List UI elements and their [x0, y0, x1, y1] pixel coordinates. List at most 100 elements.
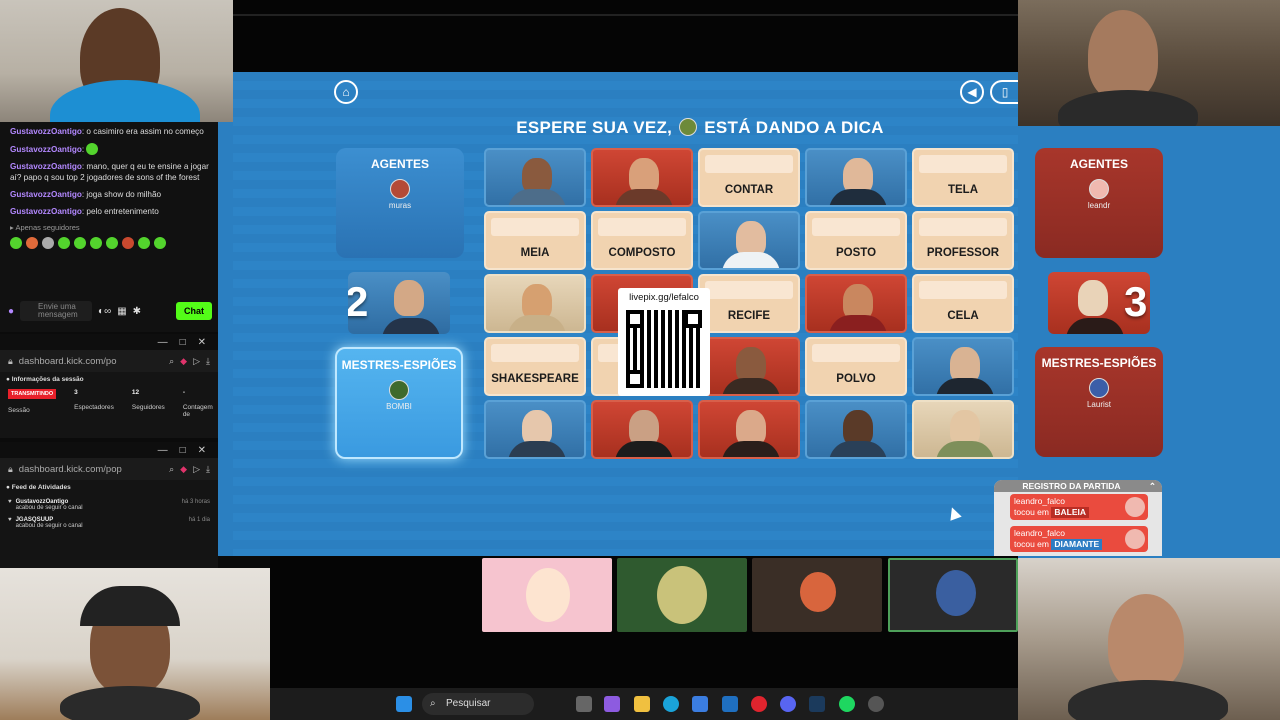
chat-text: : joga show do milhão	[81, 190, 162, 199]
gift-icon[interactable]: ▦	[117, 306, 126, 317]
close-icon[interactable]: ✕	[198, 337, 206, 348]
match-log[interactable]: REGISTRO DA PARTIDA ⌃ leandro_falco toco…	[994, 480, 1162, 556]
copilot-icon[interactable]	[604, 696, 620, 712]
shield-icon[interactable]: ◆	[180, 356, 187, 367]
emote-icon[interactable]	[42, 237, 54, 249]
minimize-icon[interactable]: —	[158, 337, 168, 348]
emote-icon[interactable]	[138, 237, 150, 249]
taskbar-search[interactable]: ⌕ Pesquisar	[422, 693, 534, 715]
url-text[interactable]: dashboard.kick.com/pop	[19, 464, 163, 475]
zoom-icon[interactable]: ⌕	[169, 356, 174, 367]
agent-portrait-body	[722, 441, 780, 457]
chevron-up-icon[interactable]: ⌃	[1149, 480, 1156, 492]
panel-title: MESTRES-ESPIÕES	[341, 358, 457, 372]
zoom-icon[interactable]: ⌕	[169, 464, 174, 475]
download-icon[interactable]: ⤓	[206, 464, 210, 475]
emote-icon[interactable]	[26, 237, 38, 249]
streamer-shirt	[50, 80, 200, 122]
shield-icon[interactable]: ◆	[180, 464, 187, 475]
emote-icon[interactable]	[90, 237, 102, 249]
participant-tile[interactable]	[482, 558, 612, 632]
word-card[interactable]: COMPOSTO	[591, 211, 693, 270]
chat-input[interactable]: Envie uma mensagem	[20, 301, 93, 321]
steam-icon[interactable]	[809, 696, 825, 712]
board-card-bystander[interactable]	[912, 400, 1014, 459]
word-card[interactable]: RECIFE	[698, 274, 800, 333]
word-card[interactable]: POSTO	[805, 211, 907, 270]
mic-icon[interactable]: ●	[8, 306, 14, 317]
word-card[interactable]: CELA	[912, 274, 1014, 333]
outlook-icon[interactable]	[722, 696, 738, 712]
settings-icon[interactable]	[868, 696, 884, 712]
store-icon[interactable]	[692, 696, 708, 712]
board-card-blue-agent[interactable]	[805, 148, 907, 207]
participant-tile-active[interactable]	[888, 558, 1018, 632]
address-bar[interactable]: 🔒︎ dashboard.kick.com/pop ⌕ ◆ ▷ ⤓	[0, 458, 218, 480]
emote-icon[interactable]	[154, 237, 166, 249]
emote-icon	[86, 143, 99, 155]
emote-icon[interactable]	[10, 237, 22, 249]
board-card-red-agent[interactable]	[591, 400, 693, 459]
participant-tile[interactable]	[617, 558, 747, 632]
word-card[interactable]: SHAKESPEARE	[484, 337, 586, 396]
board-card-blue-agent[interactable]	[698, 211, 800, 270]
word-card-inner	[491, 218, 579, 236]
live-badge: TRANSMITINDO	[8, 389, 57, 399]
emote-picker-icon[interactable]: ◐∞	[98, 306, 111, 317]
board-card-red-agent[interactable]	[805, 274, 907, 333]
emote-icon[interactable]	[106, 237, 118, 249]
agent-portrait	[394, 280, 424, 316]
word-card-label: POSTO	[835, 247, 877, 259]
player-name: muras	[388, 201, 412, 210]
board-card-blue-agent[interactable]	[484, 148, 586, 207]
emote-icon[interactable]	[58, 237, 70, 249]
match-log-header[interactable]: REGISTRO DA PARTIDA ⌃	[994, 480, 1162, 492]
section-title: ● Feed de Atividades	[6, 484, 71, 491]
word-card[interactable]: CONTAR	[698, 148, 800, 207]
emote-icon[interactable]	[74, 237, 86, 249]
opera-icon[interactable]	[751, 696, 767, 712]
board-card-red-agent[interactable]	[698, 337, 800, 396]
webcam-bottom-right	[1018, 558, 1280, 720]
word-card[interactable]: TELA	[912, 148, 1014, 207]
discord-icon[interactable]	[780, 696, 796, 712]
edge-icon[interactable]	[663, 696, 679, 712]
sound-button[interactable]: ◀︎	[960, 80, 984, 104]
board-card-bystander[interactable]	[484, 274, 586, 333]
section-title-text: Feed de Atividades	[11, 484, 71, 491]
play-icon[interactable]: ▷	[193, 464, 200, 475]
file-explorer-icon[interactable]	[634, 696, 650, 712]
word-card[interactable]: POLVO	[805, 337, 907, 396]
blue-agents-panel: AGENTES muras	[336, 148, 464, 258]
board-card-blue-agent[interactable]	[484, 400, 586, 459]
bookmark-button[interactable]: ▯	[990, 80, 1018, 104]
play-icon[interactable]: ▷	[193, 356, 200, 367]
maximize-icon[interactable]: □	[180, 445, 186, 456]
windows-start-icon[interactable]	[396, 696, 412, 712]
maximize-icon[interactable]: □	[180, 337, 186, 348]
word-card[interactable]: MEIA	[484, 211, 586, 270]
home-button[interactable]: ⌂	[334, 80, 358, 104]
task-view-icon[interactable]	[576, 696, 592, 712]
address-bar[interactable]: 🔒︎ dashboard.kick.com/po ⌕ ◆ ▷ ⤓	[0, 350, 218, 372]
board-card-blue-agent[interactable]	[912, 337, 1014, 396]
spotify-icon[interactable]	[839, 696, 855, 712]
emote-icon[interactable]	[122, 237, 134, 249]
url-text[interactable]: dashboard.kick.com/po	[19, 356, 163, 367]
board-card-red-agent[interactable]	[591, 148, 693, 207]
board-card-red-agent[interactable]	[698, 400, 800, 459]
stat-label: Espectadores	[74, 404, 114, 411]
minimize-icon[interactable]: —	[158, 445, 168, 456]
chat-send-button[interactable]: Chat	[176, 302, 212, 320]
followers-only-text: Apenas seguidores	[15, 223, 80, 232]
participant-avatar	[800, 572, 836, 612]
gear-icon[interactable]: ✱	[133, 306, 141, 317]
participant-tile[interactable]	[752, 558, 882, 632]
close-icon[interactable]: ✕	[198, 445, 206, 456]
dashboard-window-feed: — □ ✕ 🔒︎ dashboard.kick.com/pop ⌕ ◆ ▷ ⤓ …	[0, 442, 218, 568]
download-icon[interactable]: ⤓	[206, 356, 210, 367]
feed-time: há 1 dia	[188, 517, 210, 523]
avatar	[389, 380, 409, 400]
board-card-blue-agent[interactable]	[805, 400, 907, 459]
word-card[interactable]: PROFESSOR	[912, 211, 1014, 270]
